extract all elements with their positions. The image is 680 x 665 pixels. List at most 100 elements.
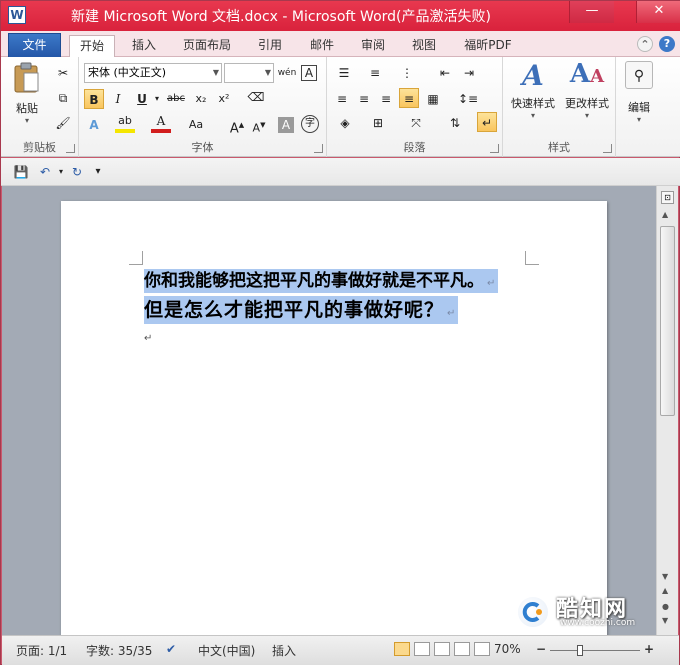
paragraph-group-label: 段落 — [403, 141, 426, 154]
word-window: W 新建 Microsoft Word 文档.docx - Microsoft … — [0, 0, 680, 665]
decrease-indent-icon[interactable]: ⇤ — [435, 63, 455, 83]
text-effects-icon[interactable]: A — [84, 115, 104, 135]
line-spacing-icon[interactable]: ↕≡ — [455, 89, 481, 109]
quick-access-toolbar: 💾 ↶ ▾ ↻ ▾ — [1, 158, 680, 186]
print-layout-icon[interactable] — [394, 642, 410, 656]
increase-indent-icon[interactable]: ⇥ — [459, 63, 479, 83]
cut-icon[interactable]: ✂ — [53, 63, 73, 83]
tab-insert[interactable]: 插入 — [127, 35, 161, 57]
clipboard-launcher-icon[interactable] — [66, 144, 75, 153]
paste-button[interactable]: 粘贴 ▾ — [9, 61, 45, 131]
copy-icon[interactable]: ⧉ — [53, 88, 73, 108]
browse-object-icon[interactable]: ● — [662, 602, 669, 611]
save-icon[interactable]: 💾 — [11, 162, 31, 182]
word-count[interactable]: 字数: 35/35 — [86, 642, 152, 659]
borders-icon[interactable]: ⊞ — [365, 113, 391, 133]
help-icon[interactable]: ? — [659, 36, 675, 52]
styles-launcher-icon[interactable] — [603, 144, 612, 153]
sort-icon[interactable]: ⇅ — [445, 113, 465, 133]
web-layout-icon[interactable] — [434, 642, 450, 656]
zoom-level[interactable]: 70% — [494, 642, 521, 656]
shading-icon[interactable]: ◈ — [332, 113, 358, 133]
distributed-icon[interactable]: ▦ — [423, 89, 443, 109]
strikethrough-button[interactable]: abc — [163, 89, 189, 109]
numbering-icon[interactable]: ≡ — [363, 63, 387, 83]
outline-icon[interactable] — [454, 642, 470, 656]
quick-styles-button[interactable]: A 快速样式 ▾ — [507, 59, 559, 129]
chinese-layout-icon[interactable]: ⤧ — [403, 113, 429, 133]
quick-styles-label: 快速样式 — [511, 97, 555, 110]
change-styles-label: 更改样式 — [565, 97, 609, 110]
tab-foxit-pdf[interactable]: 福昕PDF — [459, 35, 517, 57]
draft-icon[interactable] — [474, 642, 490, 656]
zoom-slider-track[interactable] — [550, 650, 640, 651]
collapse-ribbon-icon[interactable]: ⌃ — [637, 36, 653, 52]
font-launcher-icon[interactable] — [314, 144, 323, 153]
editing-button[interactable]: ⚲ 编辑 ▾ — [622, 61, 656, 131]
highlight-color-button[interactable]: ab — [115, 113, 135, 133]
paragraph-launcher-icon[interactable] — [490, 144, 499, 153]
tab-review[interactable]: 审阅 — [356, 35, 390, 57]
page-count[interactable]: 页面: 1/1 — [16, 642, 67, 659]
multilevel-list-icon[interactable]: ⋮ — [395, 63, 419, 83]
full-screen-reading-icon[interactable] — [414, 642, 430, 656]
scrollbar-thumb[interactable] — [660, 226, 675, 416]
word-app-icon[interactable]: W — [8, 6, 26, 24]
zoom-out-button[interactable]: − — [536, 642, 546, 656]
document-line-1[interactable]: 你和我能够把这把平凡的事做好就是不平凡。 ↵ — [144, 269, 499, 293]
redo-icon[interactable]: ↻ — [67, 162, 87, 182]
italic-button[interactable]: I — [108, 89, 128, 109]
vertical-scrollbar[interactable]: ⊡ ▲ ▼ ▲ ● ▼ — [656, 186, 678, 635]
grow-font-button[interactable]: A▲ — [227, 115, 247, 136]
insert-mode-indicator[interactable]: 插入 — [272, 642, 296, 659]
quick-styles-icon: A — [522, 59, 544, 92]
next-page-icon[interactable]: ▼ — [662, 616, 668, 625]
tab-file[interactable]: 文件 — [8, 33, 61, 57]
clear-formatting-icon[interactable]: ⌫ — [246, 87, 266, 107]
ribbon-tabs: 文件 开始 插入 页面布局 引用 邮件 审阅 视图 福昕PDF ⌃ ? — [1, 31, 680, 58]
proofing-icon[interactable]: ✔ — [166, 642, 176, 656]
tab-page-layout[interactable]: 页面布局 — [179, 35, 235, 57]
close-button[interactable]: ✕ — [636, 1, 680, 23]
font-name-combo[interactable]: 宋体 (中文正文) ▼ — [84, 63, 222, 83]
character-shading-button[interactable]: A — [278, 117, 294, 133]
font-color-button[interactable]: A — [151, 113, 171, 133]
language-indicator[interactable]: 中文(中国) — [198, 642, 255, 659]
tab-mailings[interactable]: 邮件 — [305, 35, 339, 57]
zoom-slider-thumb[interactable] — [577, 645, 583, 656]
bold-button[interactable]: B — [84, 89, 104, 109]
bullets-icon[interactable]: ☰ — [332, 63, 356, 83]
styles-group: A 快速样式 ▾ AA 更改样式 ▾ 样式 — [503, 57, 616, 157]
enclose-characters-button[interactable]: 字 — [301, 115, 319, 133]
format-painter-icon[interactable]: 🖌 — [53, 113, 73, 133]
zoom-in-button[interactable]: + — [644, 642, 654, 656]
align-center-icon[interactable]: ≡ — [354, 89, 374, 109]
superscript-button[interactable]: x² — [214, 89, 234, 109]
align-right-icon[interactable]: ≡ — [376, 89, 396, 109]
shrink-font-button[interactable]: A▼ — [249, 115, 269, 135]
crop-mark — [525, 251, 539, 265]
font-size-combo[interactable]: ▼ — [224, 63, 274, 83]
customize-toolbar-icon[interactable]: ▾ — [88, 162, 108, 182]
ribbon: 粘贴 ▾ ✂ ⧉ 🖌 剪贴板 宋体 (中文正文) ▼ ▼ wén A B I U — [1, 57, 680, 157]
tab-view[interactable]: 视图 — [407, 35, 441, 57]
character-border-button[interactable]: A — [301, 65, 317, 81]
scroll-up-icon[interactable]: ▲ — [662, 210, 668, 219]
previous-page-icon[interactable]: ▲ — [662, 586, 668, 595]
justify-icon[interactable]: ≡ — [399, 88, 419, 108]
coozhi-logo-icon — [516, 595, 550, 629]
show-marks-icon[interactable]: ↵ — [477, 112, 497, 132]
minimize-button[interactable]: — — [569, 1, 614, 23]
document-line-2[interactable]: 但是怎么才能把平凡的事做好呢？ ↵ — [144, 296, 459, 324]
empty-paragraph-mark[interactable]: ↵ — [144, 333, 152, 344]
align-left-icon[interactable]: ≡ — [332, 89, 352, 109]
ruler-toggle-icon[interactable]: ⊡ — [661, 191, 674, 204]
document-page[interactable]: 你和我能够把这把平凡的事做好就是不平凡。 ↵ 但是怎么才能把平凡的事做好呢？ ↵ ↵ — [61, 201, 607, 641]
change-styles-button[interactable]: AA 更改样式 ▾ — [561, 59, 613, 129]
tab-references[interactable]: 引用 — [253, 35, 287, 57]
change-case-button[interactable]: Aa — [183, 115, 209, 135]
subscript-button[interactable]: x₂ — [191, 89, 211, 109]
tab-home[interactable]: 开始 — [69, 35, 115, 58]
scroll-down-icon[interactable]: ▼ — [662, 572, 668, 581]
phonetic-guide-button[interactable]: wén — [277, 63, 297, 83]
